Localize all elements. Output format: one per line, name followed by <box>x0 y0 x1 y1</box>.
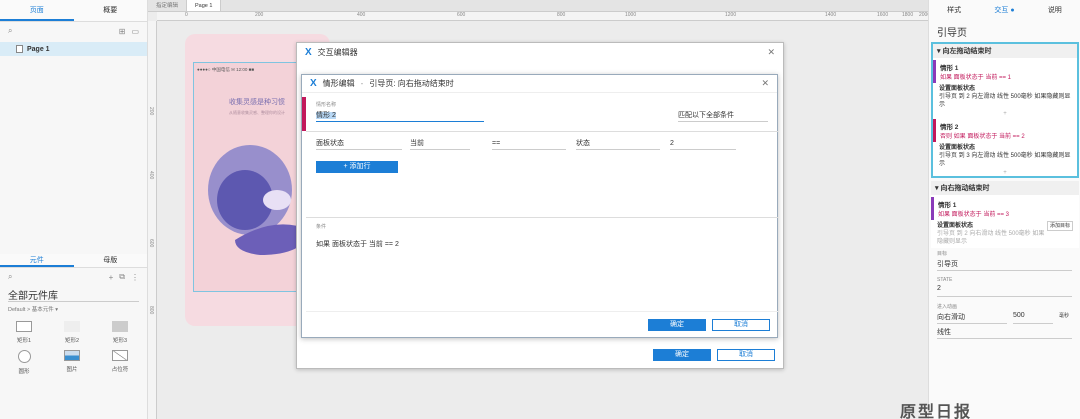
action[interactable]: 设置面板状态 添加目标 引导页 到 2 向右滑动 线性 500毫秒 如果隐藏则显示 <box>931 220 1079 248</box>
match-select[interactable]: 匹配以下全部条件 <box>678 111 768 122</box>
case-accent-bar <box>302 97 306 131</box>
library-path[interactable]: Default > 基本元件 ▾ <box>8 305 139 313</box>
tab-interactions[interactable]: 交互 ● <box>979 0 1029 22</box>
cond-value-type-select[interactable]: 状态 <box>576 139 660 150</box>
vertical-ruler: 200 400 600 800 <box>148 21 157 419</box>
add-folder-icon[interactable]: ▭ <box>131 27 139 36</box>
cond-type-select[interactable]: 面板状态 <box>316 139 402 150</box>
event-swipe-right[interactable]: ▾ 向右拖动结束时 情形 1 如果 面板状态于 当前 == 3 设置面板状态 添加… <box>931 181 1079 248</box>
doc-tab[interactable]: 指定编辑 <box>148 0 188 11</box>
condition-text: 如果 面板状态于 当前 == 2 <box>316 241 399 248</box>
action[interactable]: 设置面板状态 引导页 到 3 向左滑动 线性 500毫秒 如果隐藏则显示 <box>933 142 1077 170</box>
case-name-input[interactable]: 情形 2 <box>316 111 484 122</box>
event-swipe-left[interactable]: ▾ 向左拖动结束时 情形 1 如果 面板状态于 当前 == 1 设置面板状态 引导页… <box>931 42 1079 178</box>
state-select[interactable]: 2 <box>937 285 1072 297</box>
case-cancel-button[interactable]: 取消 <box>712 319 770 331</box>
rectangle-icon <box>112 321 128 332</box>
right-panel: 样式 交互 ● 说明 引导页 ▾ 向左拖动结束时 情形 1 如果 面板状态于 当前… <box>928 0 1080 419</box>
case-dialog-subtitle: 引导页: 向右拖动结束时 <box>369 79 454 88</box>
event-header[interactable]: ▾ 向右拖动结束时 <box>931 181 1079 195</box>
doc-tab-active[interactable]: Page 1 <box>187 0 222 11</box>
target-label: 目标 <box>937 251 948 257</box>
close-icon[interactable]: ✕ <box>767 47 775 58</box>
widget-placeholder[interactable]: 占位符 <box>96 350 144 375</box>
rectangle-icon <box>64 321 80 332</box>
animation-label: 进入动画 <box>937 304 958 310</box>
cond-value-input[interactable]: 2 <box>670 139 736 150</box>
search-icon[interactable]: ⌕ <box>8 26 12 36</box>
tab-outline[interactable]: 概要 <box>74 0 148 21</box>
page-icon <box>16 45 23 53</box>
widget-rect1[interactable]: 矩形1 <box>0 321 48 344</box>
case-editor-dialog: X 情形编辑 - 引导页: 向右拖动结束时 ✕ 情形名称 情形 2 匹配以下全部条件 面… <box>301 74 778 338</box>
rectangle-icon <box>16 321 32 332</box>
left-panel: 页面 概要 ⌕ ⊞ ▭ Page 1 元件 母版 ⌕ + ⧉ ⋮ 全部元件库 Defaul… <box>0 0 148 419</box>
tab-style[interactable]: 样式 <box>929 0 979 22</box>
cond-target-select[interactable]: 当前 <box>410 139 470 150</box>
widget-rect2[interactable]: 矩形2 <box>48 321 96 344</box>
image-icon <box>64 350 80 361</box>
case-1[interactable]: 情形 1 如果 面板状态于 当前 == 1 <box>933 60 1077 83</box>
copy-icon[interactable]: ⧉ <box>119 272 125 282</box>
case-name-label: 情形名称 <box>316 102 337 108</box>
add-target-button[interactable]: 添加目标 <box>1046 221 1073 231</box>
divider <box>306 131 778 132</box>
add-row-button[interactable]: + 添加行 <box>316 161 398 173</box>
tab-notes[interactable]: 说明 <box>1030 0 1080 22</box>
placeholder-icon <box>112 350 128 361</box>
case-1[interactable]: 情形 1 如果 面板状态于 当前 == 3 <box>931 197 1079 220</box>
tab-masters[interactable]: 母版 <box>74 254 148 267</box>
axure-x-icon: X <box>305 46 312 58</box>
widget-image[interactable]: 图片 <box>48 350 96 375</box>
target-select[interactable]: 引导页 <box>937 259 1072 271</box>
case-2[interactable]: 情形 2 否则 如果 面板状态于 当前 == 2 <box>933 119 1077 142</box>
add-icon[interactable]: + <box>109 273 114 282</box>
event-header[interactable]: ▾ 向左拖动结束时 <box>933 44 1077 58</box>
divider <box>306 217 778 218</box>
easing-select[interactable]: 线性 <box>937 327 1072 339</box>
duration-unit: 毫秒 <box>1059 313 1070 319</box>
divider <box>306 311 778 312</box>
outer-cancel-button[interactable]: 取消 <box>717 349 775 361</box>
outer-ok-button[interactable]: 确定 <box>653 349 711 361</box>
widget-rect3[interactable]: 矩形3 <box>96 321 144 344</box>
animation-select[interactable]: 向右滑动 <box>937 312 1007 324</box>
search-icon[interactable]: ⌕ <box>8 272 12 282</box>
more-icon[interactable]: ⋮ <box>131 273 139 282</box>
state-label: STATE <box>937 277 953 283</box>
case-dialog-title: 情形编辑 <box>322 79 355 88</box>
cond-operator-select[interactable]: == <box>492 139 566 150</box>
add-page-icon[interactable]: ⊞ <box>119 27 126 36</box>
tab-widgets[interactable]: 元件 <box>0 254 74 267</box>
close-icon[interactable]: ✕ <box>761 78 769 89</box>
case-ok-button[interactable]: 确定 <box>648 319 706 331</box>
watermark-text: 原型日报 <box>900 404 973 419</box>
dialog-title: 交互编辑器 <box>317 47 358 57</box>
add-icon[interactable]: + <box>933 170 1077 176</box>
horizontal-ruler: 0 200 400 600 800 1000 1200 1400 1600 18… <box>157 12 930 21</box>
page-item[interactable]: Page 1 <box>0 42 147 56</box>
axure-x-icon: X <box>310 78 317 89</box>
doc-tabs: 指定编辑 Page 1 <box>148 0 928 12</box>
condition-label: 条件 <box>316 224 327 230</box>
tab-pages[interactable]: 页面 <box>0 0 74 21</box>
action[interactable]: 设置面板状态 引导页 到 2 向左滑动 线性 500毫秒 如果隐藏则显示 <box>933 83 1077 111</box>
widget-circle[interactable]: 圆形 <box>0 350 48 375</box>
add-icon[interactable]: + <box>933 111 1077 117</box>
library-select[interactable]: 全部元件库 <box>8 288 139 302</box>
circle-icon <box>17 350 31 363</box>
widget-name[interactable]: 引导页 <box>937 24 1072 40</box>
duration-input[interactable]: 500 <box>1013 312 1053 324</box>
